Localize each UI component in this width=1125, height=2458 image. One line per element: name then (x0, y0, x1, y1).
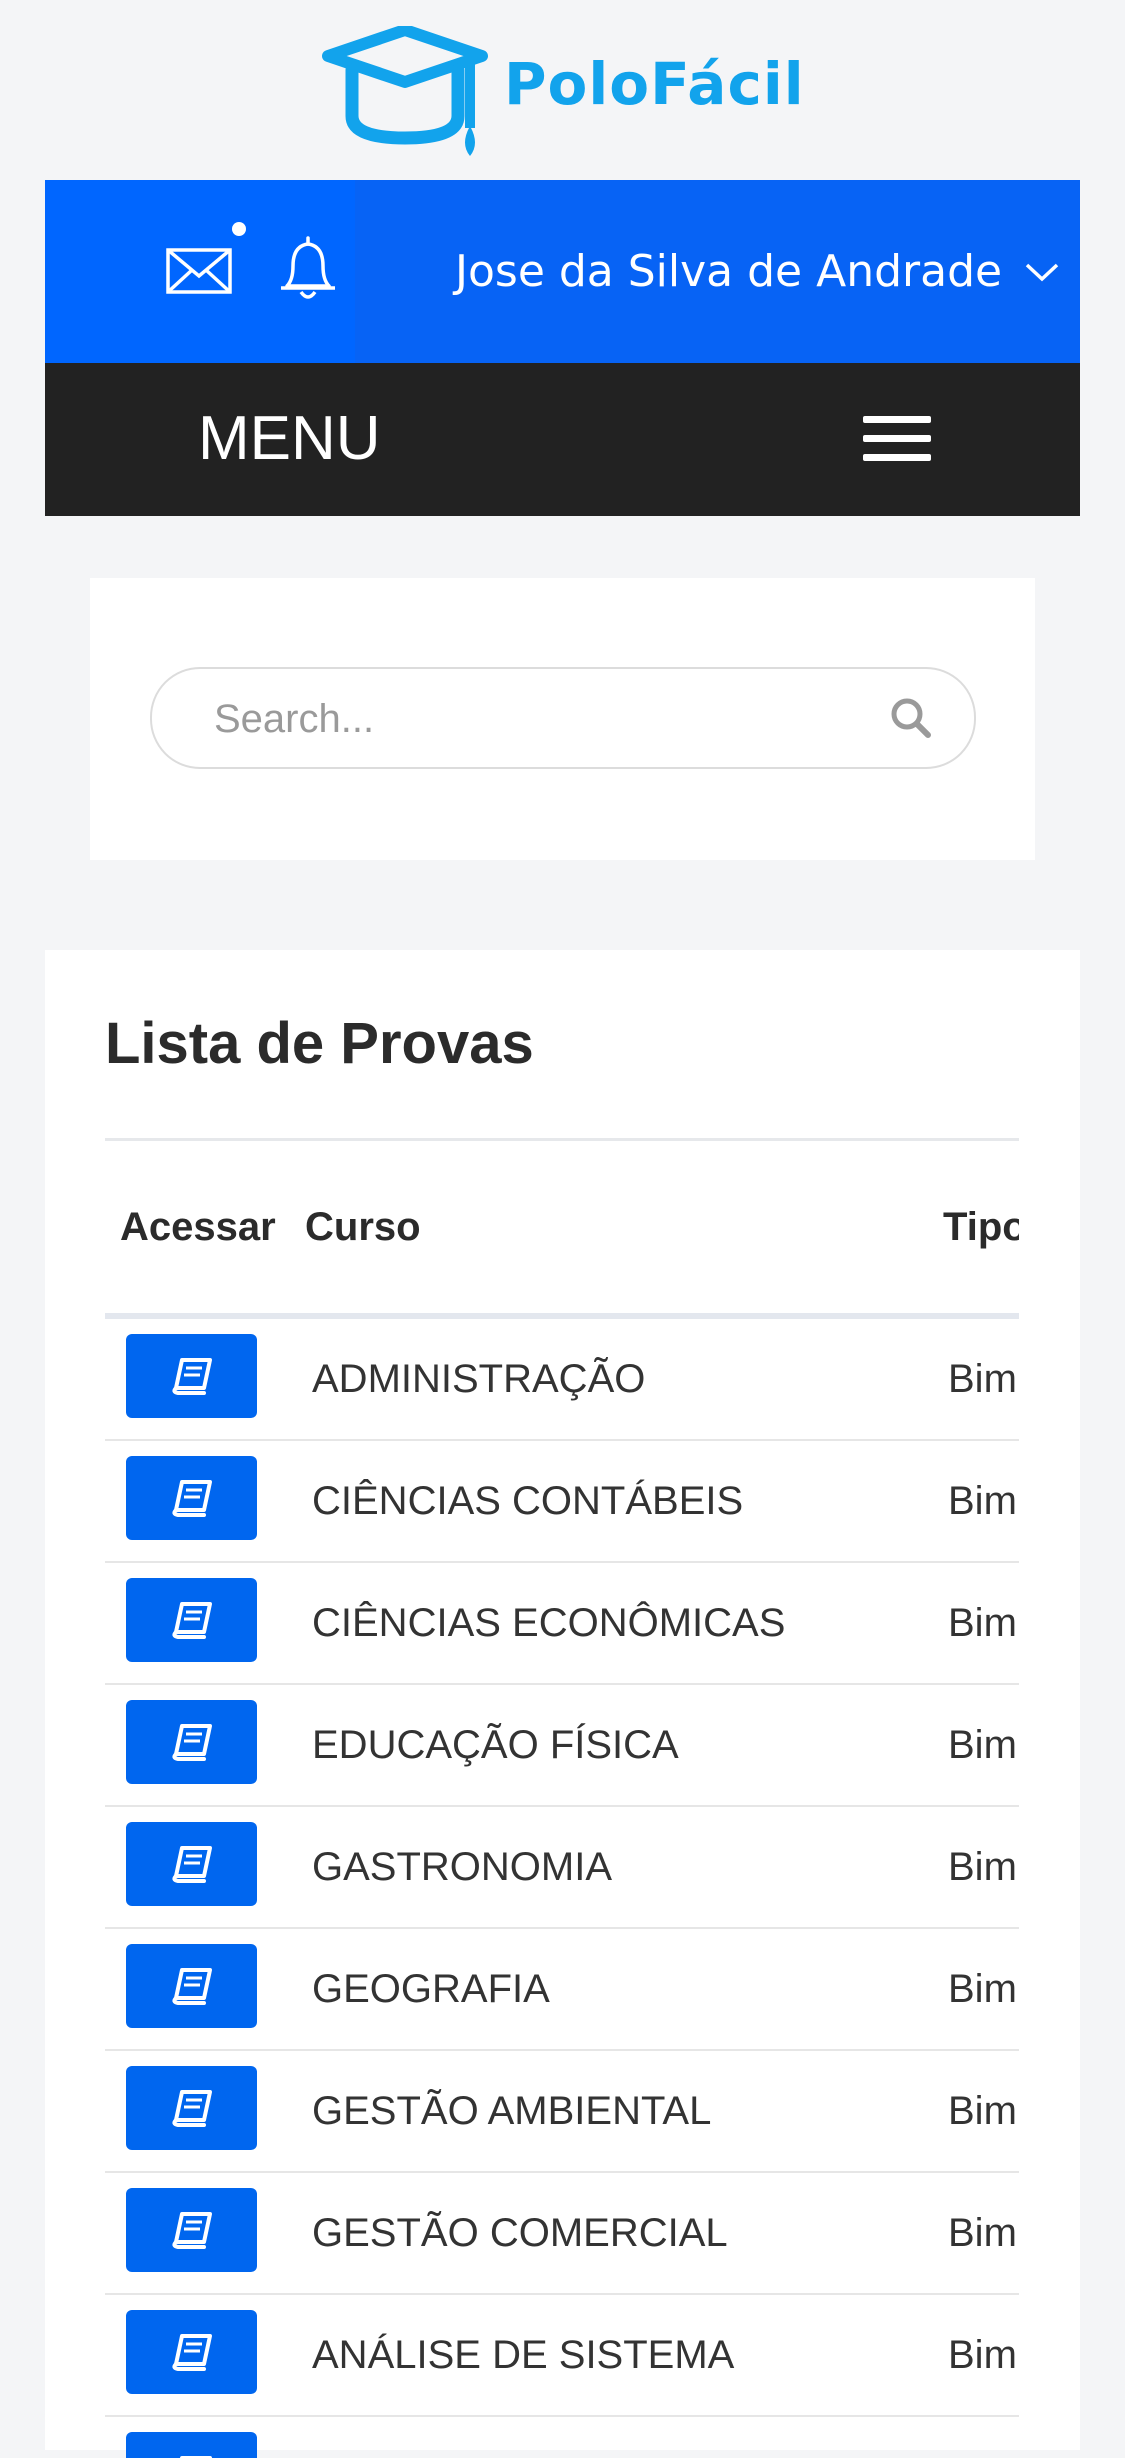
course-name: CIÊNCIAS CONTÁBEIS (312, 1479, 744, 1523)
table-row: GESTÃO AMBIENTAL Bim (105, 2051, 1019, 2173)
course-name: EDUCAÇÃO FÍSICA (312, 1723, 679, 1767)
chevron-down-icon (1025, 263, 1059, 281)
exam-type: Bim (948, 1601, 1017, 1645)
table-body: ADMINISTRAÇÃO Bim CIÊNCIAS CONTÁBEIS Bim CIÊ… (105, 1319, 1019, 2458)
book-icon (171, 1480, 212, 1517)
search-input[interactable] (212, 669, 876, 769)
exam-list-card: Lista de Provas Acessar Curso Tipo ADMIN… (45, 950, 1080, 2458)
book-icon (171, 1602, 212, 1639)
unread-indicator (232, 222, 246, 236)
brand-name: PoloFácil (504, 49, 805, 118)
bell-icon[interactable] (273, 232, 343, 304)
access-exam-button[interactable] (126, 2188, 257, 2272)
course-name: GESTÃO AMBIENTAL (312, 2089, 712, 2133)
book-icon (171, 2334, 212, 2371)
exam-type: Bim (948, 2211, 1017, 2255)
search-icon[interactable] (888, 695, 934, 741)
table-row: ANÁLISE DE SISTEMA Bim (105, 2295, 1019, 2417)
exam-type: Bim (948, 1967, 1017, 2011)
exam-type: Bim (948, 1845, 1017, 1889)
exam-table: Acessar Curso Tipo ADMINISTRAÇÃO Bim CIÊNC… (105, 1138, 1019, 2458)
course-name: GASTRONOMIA (312, 1845, 613, 1889)
menu-label: MENU (198, 404, 381, 473)
book-icon (171, 1358, 212, 1395)
exam-type: Bim (948, 2333, 1017, 2377)
search-card (90, 578, 1035, 860)
access-exam-button[interactable] (126, 1822, 257, 1906)
user-menu-button[interactable]: Jose da Silva de Andrade (355, 180, 1080, 363)
table-row: EDUCAÇÃO FÍSICA Bim (105, 1685, 1019, 1807)
table-row: GEOGRAFIA Bim (105, 1929, 1019, 2051)
page-title: Lista de Provas (105, 1011, 534, 1076)
table-row: CIÊNCIAS ECONÔMICAS Bim (105, 1563, 1019, 1685)
column-header-acessar[interactable]: Acessar (120, 1141, 276, 1313)
menu-bar[interactable]: MENU (45, 363, 1080, 516)
book-icon (179, 2456, 212, 2458)
column-header-tipo[interactable]: Tipo (943, 1141, 1019, 1313)
search-box (150, 667, 976, 769)
book-icon (171, 2212, 212, 2249)
exam-type: Bim (948, 1479, 1017, 1523)
access-exam-button[interactable] (126, 1456, 257, 1540)
book-icon (171, 1724, 212, 1761)
access-exam-button[interactable] (126, 1700, 257, 1784)
course-name: CIÊNCIAS ECONÔMICAS (312, 1601, 786, 1645)
access-exam-button[interactable] (126, 2310, 257, 2394)
top-bar: Jose da Silva de Andrade (45, 180, 1080, 363)
table-header: Acessar Curso Tipo (105, 1141, 1019, 1323)
access-exam-button[interactable] (126, 2066, 257, 2150)
book-icon (171, 2090, 212, 2127)
envelope-icon[interactable] (163, 232, 243, 302)
book-icon (171, 1968, 212, 2005)
hamburger-icon[interactable] (863, 416, 931, 466)
exam-type: Bim (948, 1723, 1017, 1767)
table-row: ADMINISTRAÇÃO Bim (105, 1319, 1019, 1441)
table-row: GESTÃO COMERCIAL Bim (105, 2173, 1019, 2295)
access-exam-button[interactable] (126, 1944, 257, 2028)
exam-type: Bim (948, 1357, 1017, 1401)
course-name: GESTÃO COMERCIAL (312, 2211, 728, 2255)
course-name: ANÁLISE DE SISTEMA (312, 2333, 735, 2377)
table-row: CIÊNCIAS CONTÁBEIS Bim (105, 1441, 1019, 1563)
access-exam-button[interactable] (126, 1578, 257, 1662)
course-name: ADMINISTRAÇÃO (312, 1357, 646, 1401)
exam-type: Bim (948, 2089, 1017, 2133)
table-row: GASTRONOMIA Bim (105, 1807, 1019, 1929)
table-row (105, 2417, 1019, 2458)
course-name: GEOGRAFIA (312, 1967, 550, 2011)
column-header-curso[interactable]: Curso (305, 1141, 421, 1313)
brand-logo[interactable]: PoloFácil (320, 26, 810, 161)
access-exam-button[interactable] (126, 1334, 257, 1418)
book-icon (171, 1846, 212, 1883)
graduation-cap-icon (322, 26, 488, 156)
user-name: Jose da Silva de Andrade (455, 246, 1003, 297)
